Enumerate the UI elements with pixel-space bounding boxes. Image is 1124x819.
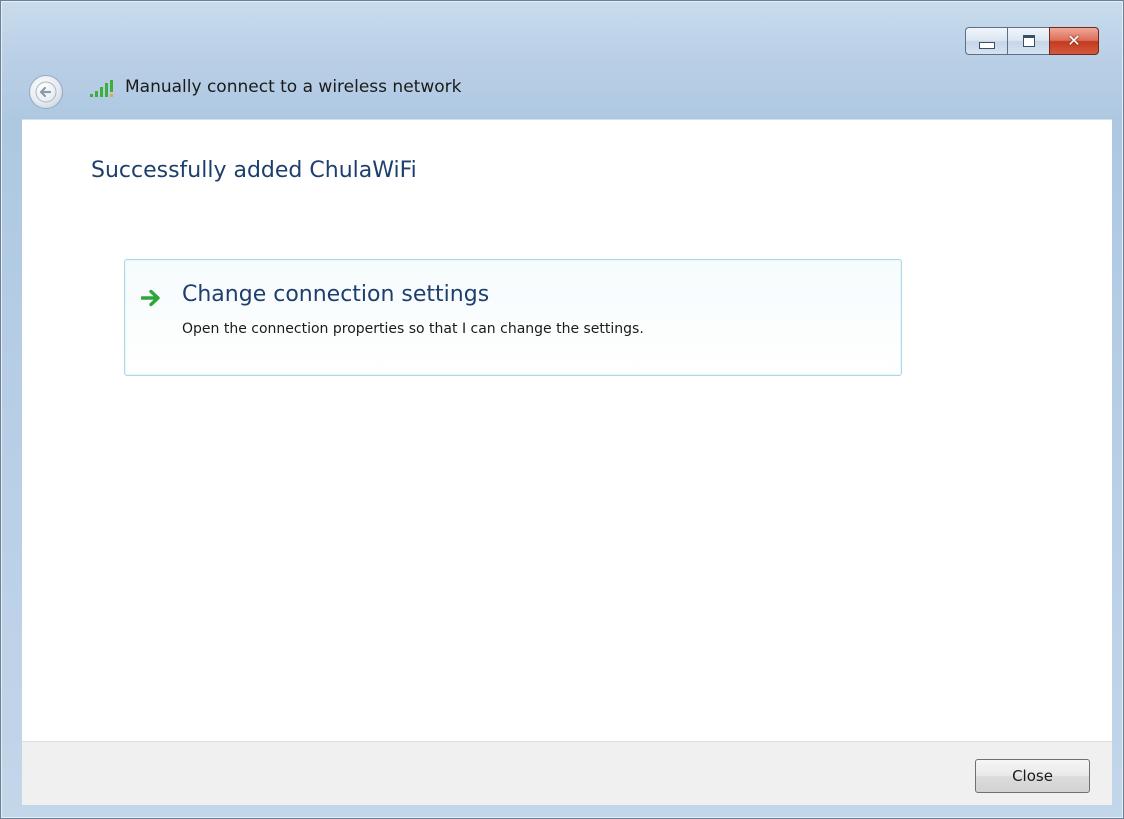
maximize-button[interactable] <box>1007 27 1049 55</box>
dialog-window: ✕ Manually connect to a wireless network… <box>0 0 1124 819</box>
command-link-title: Change connection settings <box>182 282 490 307</box>
maximize-icon <box>1022 35 1035 47</box>
close-icon: ✕ <box>1067 31 1081 50</box>
dialog-footer: Close <box>22 741 1112 805</box>
back-button[interactable] <box>29 75 63 109</box>
close-window-button[interactable]: ✕ <box>1049 27 1099 55</box>
content-area: Successfully added ChulaWiFi Change conn… <box>22 119 1112 741</box>
minimize-icon <box>978 41 995 49</box>
page-heading: Successfully added ChulaWiFi <box>91 158 417 183</box>
command-link-description: Open the connection properties so that I… <box>182 321 644 337</box>
wifi-signal-icon <box>90 80 113 97</box>
caption-buttons: ✕ <box>965 27 1099 55</box>
back-arrow-icon <box>35 81 57 103</box>
minimize-button[interactable] <box>965 27 1007 55</box>
close-button[interactable]: Close <box>975 759 1090 793</box>
green-arrow-icon <box>141 289 160 307</box>
window-title: Manually connect to a wireless network <box>125 77 462 97</box>
change-connection-settings-link[interactable]: Change connection settings Open the conn… <box>124 259 902 376</box>
